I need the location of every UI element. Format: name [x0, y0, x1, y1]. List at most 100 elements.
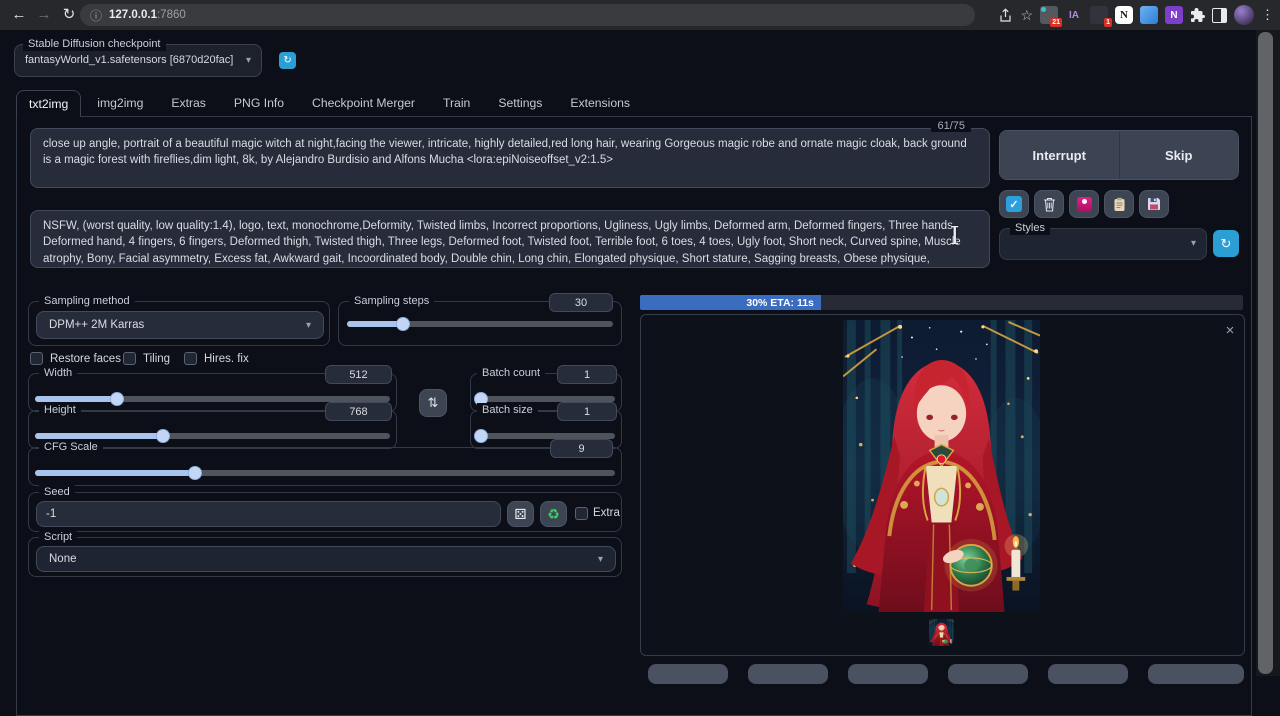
script-dropdown[interactable]: None ▾ [36, 546, 616, 572]
cfg-scale-slider[interactable] [35, 470, 615, 476]
height-label: Height [39, 403, 81, 417]
open-folder-button[interactable] [1148, 664, 1244, 684]
scrollbar-thumb[interactable] [1258, 32, 1273, 674]
tiling-option[interactable]: Tiling [123, 352, 170, 365]
checkpoint-refresh-button[interactable]: ↻ [279, 52, 296, 69]
swap-dimensions-button[interactable]: ⇅ [419, 389, 447, 417]
batch-count-input[interactable] [557, 365, 617, 384]
cfg-scale-input[interactable] [550, 439, 613, 458]
height-input[interactable] [325, 402, 392, 421]
tab-checkpoint-merger[interactable]: Checkpoint Merger [300, 90, 427, 117]
back-icon[interactable]: ← [8, 0, 30, 30]
tiling-checkbox[interactable] [123, 352, 136, 365]
height-slider[interactable] [35, 433, 390, 439]
tab-train[interactable]: Train [431, 90, 482, 117]
save-style-button[interactable] [1139, 190, 1169, 218]
seed-label: Seed [39, 485, 75, 499]
width-input[interactable] [325, 365, 392, 384]
styles-refresh-button[interactable]: ↻ [1213, 230, 1239, 257]
extension-badge: 1 [1104, 18, 1112, 27]
generate-actions: Interrupt Skip [999, 130, 1239, 180]
main-tabs: txt2img img2img Extras PNG Info Checkpoi… [16, 90, 642, 117]
prompt-input[interactable]: close up angle, portrait of a beautiful … [31, 129, 989, 187]
profile-avatar[interactable] [1234, 5, 1254, 25]
prompt-tool-buttons: ✓ [999, 190, 1169, 218]
reload-icon[interactable]: ↻ [58, 0, 80, 30]
restore-faces-option[interactable]: Restore faces [30, 352, 121, 365]
interrupt-button[interactable]: Interrupt [1000, 131, 1119, 179]
extra-networks-button[interactable] [1069, 190, 1099, 218]
save-zip-button[interactable] [748, 664, 828, 684]
address-bar[interactable]: ⓘ 127.0.0.1 :7860 [80, 4, 975, 26]
script-label: Script [39, 530, 77, 544]
paste-params-button[interactable]: ✓ [999, 190, 1029, 218]
close-icon[interactable]: × [1222, 323, 1238, 339]
cfg-scale-block: CFG Scale [28, 447, 622, 486]
clear-prompt-button[interactable] [1034, 190, 1064, 218]
extra-seed-checkbox[interactable] [575, 507, 588, 520]
tab-png-info[interactable]: PNG Info [222, 90, 296, 117]
width-label: Width [39, 366, 77, 380]
styles-dropdown[interactable]: Styles ▾ [999, 228, 1207, 260]
sampling-method-value: DPM++ 2M Karras [49, 319, 144, 331]
hires-fix-label: Hires. fix [204, 353, 249, 365]
seed-block: Seed ⚄ ♻ Extra [28, 492, 622, 532]
send-to-img2img-button[interactable] [848, 664, 928, 684]
onenote-icon[interactable]: N [1165, 6, 1183, 24]
scrollbar-track[interactable] [1256, 30, 1280, 676]
hires-fix-option[interactable]: Hires. fix [184, 352, 249, 365]
browser-menu-icon[interactable]: ⋮ [1261, 0, 1274, 30]
extension-ia-icon[interactable]: IA [1065, 6, 1083, 24]
cfg-scale-label: CFG Scale [39, 440, 103, 454]
tab-txt2img[interactable]: txt2img [16, 90, 81, 117]
sampling-steps-slider[interactable] [347, 321, 613, 327]
batch-count-label: Batch count [477, 366, 545, 380]
seed-input[interactable] [36, 501, 501, 527]
chevron-down-icon: ▾ [306, 320, 311, 331]
reuse-seed-button[interactable]: ♻ [540, 501, 567, 527]
check-icon: ✓ [1006, 196, 1022, 212]
apply-style-button[interactable] [1104, 190, 1134, 218]
script-value: None [49, 553, 77, 565]
negative-prompt-input[interactable]: NSFW, (worst quality, low quality:1.4), … [31, 211, 989, 267]
restore-faces-checkbox[interactable] [30, 352, 43, 365]
checkpoint-value: fantasyWorld_v1.safetensors [6870d20fac] [25, 45, 233, 76]
extension-photos-icon[interactable] [1140, 6, 1158, 24]
notion-icon[interactable]: N [1115, 6, 1133, 24]
tab-extras[interactable]: Extras [159, 90, 218, 117]
random-seed-button[interactable]: ⚄ [507, 501, 534, 527]
sampling-method-label: Sampling method [39, 294, 135, 308]
send-to-extras-button[interactable] [1048, 664, 1128, 684]
extension-pinned-icon[interactable]: 21 [1040, 6, 1058, 24]
batch-size-input[interactable] [557, 402, 617, 421]
side-panel-icon[interactable] [1212, 8, 1227, 23]
share-icon[interactable] [998, 8, 1013, 23]
bookmark-star-icon[interactable]: ☆ [1020, 7, 1033, 24]
styles-label: Styles [1010, 221, 1050, 235]
forward-icon[interactable]: → [33, 0, 55, 30]
floppy-disk-icon [1147, 197, 1161, 211]
skip-button[interactable]: Skip [1119, 131, 1239, 179]
extensions-puzzle-icon[interactable] [1190, 8, 1205, 23]
gallery-thumbnail[interactable] [929, 619, 954, 646]
checkpoint-dropdown[interactable]: Stable Diffusion checkpoint fantasyWorld… [14, 44, 262, 77]
hires-fix-checkbox[interactable] [184, 352, 197, 365]
tab-img2img[interactable]: img2img [85, 90, 155, 117]
site-info-icon[interactable]: ⓘ [90, 7, 102, 24]
chevron-down-icon: ▾ [1191, 238, 1196, 249]
sampling-method-dropdown[interactable]: DPM++ 2M Karras ▾ [36, 311, 324, 339]
progress-text: 30% ETA: 11s [746, 297, 814, 309]
send-to-inpaint-button[interactable] [948, 664, 1028, 684]
clipboard-icon [1113, 197, 1126, 212]
tiling-label: Tiling [143, 353, 170, 365]
sampling-steps-input[interactable] [549, 293, 613, 312]
sampling-steps-label: Sampling steps [349, 294, 434, 308]
tab-settings[interactable]: Settings [486, 90, 554, 117]
save-button[interactable] [648, 664, 728, 684]
extension-mail-icon[interactable]: 1 [1090, 6, 1108, 24]
tab-extensions[interactable]: Extensions [558, 90, 642, 117]
text-cursor-icon: I [950, 222, 959, 250]
teal-dot-icon [1041, 7, 1046, 12]
chevron-down-icon: ▾ [246, 45, 251, 76]
generated-image[interactable] [843, 320, 1040, 612]
